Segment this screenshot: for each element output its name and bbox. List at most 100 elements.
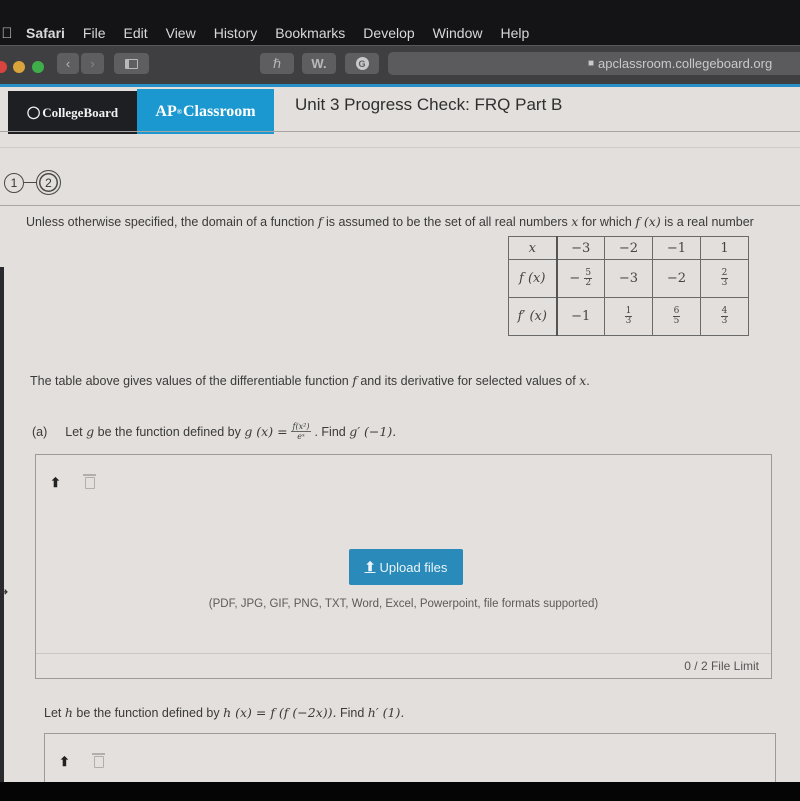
menu-help[interactable]: Help (500, 25, 529, 41)
upload-files-button[interactable]: ⬆ Upload files (349, 549, 463, 585)
table-cell: 43 (700, 297, 749, 336)
menu-history[interactable]: History (214, 25, 258, 41)
extension-button-1[interactable]: ℏ (260, 53, 294, 74)
forward-button[interactable]: › (81, 53, 104, 74)
extension-button-3[interactable]: G (345, 53, 379, 74)
denominator: 3 (625, 316, 632, 326)
menu-file[interactable]: File (83, 25, 106, 41)
acorn-shield-icon: ◯ (26, 105, 41, 119)
table-cell: −2 (604, 236, 653, 260)
menu-bookmarks[interactable]: Bookmarks (275, 25, 345, 41)
math-expression: h (x) = f (f (−2x)). (223, 705, 337, 720)
address-bar[interactable]: ■ apclassroom.collegeboard.org (388, 52, 800, 75)
menu-safari[interactable]: Safari (26, 25, 65, 41)
file-limit-counter: 0 / 2 File Limit (684, 659, 759, 673)
intro-text: is assumed to be the set of all real num… (325, 215, 568, 229)
math-g: g (86, 424, 95, 439)
collegeboard-logo[interactable]: ◯ CollegeBoard (8, 91, 137, 134)
divider (0, 131, 800, 132)
sidebar-icon (125, 58, 138, 69)
part-a-answer-box: ⬆ ⬆ Upload files (PDF, JPG, GIF, PNG, TX… (35, 454, 772, 679)
denominator: eˣ (297, 432, 305, 441)
zoom-window-button[interactable] (32, 61, 44, 73)
fraction: 23 (720, 269, 729, 288)
prompt-text: be the function defined by (97, 424, 241, 439)
math-target: g′ (−1). (349, 424, 397, 439)
table-cell: −3 (556, 236, 605, 260)
intro-text: Unless otherwise specified, the domain o… (26, 215, 315, 229)
table-cell: − 52 (556, 259, 605, 298)
table-row-fx: f (x) − 52 −3 −2 23 (508, 259, 749, 298)
table-cell: −1 (652, 236, 701, 260)
minimize-window-button[interactable] (13, 61, 25, 73)
denominator: 5 (673, 316, 680, 326)
grammarly-extension-icon: G (355, 57, 369, 70)
upload-icon[interactable]: ⬆ (59, 754, 70, 770)
denominator: 2 (585, 278, 592, 288)
part-a-prompt: (a) Let g be the function defined by g (… (32, 422, 396, 441)
table-caption: The table above gives values of the diff… (30, 373, 590, 388)
trash-icon[interactable] (91, 753, 105, 768)
table-header-x: x (508, 236, 558, 260)
math-lhs: g (x) = (244, 424, 288, 439)
screen-bezel-edge (0, 267, 4, 782)
part-b-answer-box: ⬆ (44, 733, 776, 782)
table-cell: 65 (652, 297, 701, 336)
back-button[interactable]: ‹ (57, 53, 79, 74)
math-h: h (64, 705, 73, 720)
trash-icon[interactable] (82, 474, 96, 489)
numerator: f(x²) (290, 422, 312, 432)
fraction: 13 (624, 307, 633, 326)
url-text: apclassroom.collegeboard.org (598, 56, 773, 71)
math-f: f (317, 214, 323, 229)
ap-classroom-tab[interactable]: AP ® Classroom (137, 89, 274, 134)
chevron-left-icon: ‹ (65, 56, 71, 71)
prompt-text: be the function defined by (76, 706, 220, 720)
table-cell: −1 (556, 297, 605, 336)
page-title: Unit 3 Progress Check: FRQ Part B (295, 95, 563, 114)
divider (0, 147, 800, 148)
page-content: ◯ CollegeBoard AP ® Classroom Unit 3 Progr… (0, 87, 800, 782)
step-2-current[interactable]: 2 (36, 170, 61, 195)
prompt-text: . Find (314, 424, 346, 439)
denominator: 3 (721, 316, 728, 326)
denominator: 3 (721, 278, 728, 288)
collegeboard-brand: CollegeBoard (42, 104, 119, 120)
menu-view[interactable]: View (166, 25, 196, 41)
part-b-prompt: Let h be the function defined by h (x) =… (44, 705, 404, 720)
menu-develop[interactable]: Develop (363, 25, 414, 41)
apple-icon[interactable]:  (0, 25, 14, 42)
table-row-x: x −3 −2 −1 1 (508, 236, 749, 260)
function-values-table: x −3 −2 −1 1 f (x) − 52 −3 −2 23 f′ (x) … (508, 236, 749, 336)
math-fx: f (x) (635, 214, 661, 229)
safari-toolbar: ‹ › ℏ W. G ■ apclassroom.collegeboard.or… (0, 45, 800, 87)
chevron-right-icon: › (90, 56, 95, 71)
extension-button-2[interactable]: W. (302, 53, 336, 74)
upload-icon[interactable]: ⬆ (50, 475, 61, 491)
fraction: f(x²) eˣ (290, 422, 312, 441)
lock-icon: ■ (588, 58, 595, 69)
menu-edit[interactable]: Edit (123, 25, 147, 41)
minus-sign: − (569, 271, 581, 286)
domain-statement: Unless otherwise specified, the domain o… (26, 214, 754, 229)
fraction: 65 (672, 307, 681, 326)
math-x: x (571, 214, 579, 229)
table-header-fprime: f′ (x) (508, 297, 558, 336)
h-bar-extension-icon: ℏ (272, 55, 282, 71)
table-cell: 1 (700, 236, 749, 260)
prompt-text: Find (339, 706, 365, 720)
step-1[interactable]: 1 (4, 172, 24, 193)
table-cell: 23 (700, 259, 749, 298)
math-f: f (352, 373, 357, 388)
upload-files-label: Upload files (379, 559, 448, 575)
menu-window[interactable]: Window (433, 25, 483, 41)
intro-text: for which (581, 215, 632, 229)
table-cell: 13 (604, 297, 653, 336)
divider (36, 653, 771, 654)
close-window-button[interactable] (0, 61, 7, 73)
intro-text: is a real number (664, 215, 754, 229)
sidebar-toggle-button[interactable] (114, 53, 149, 74)
table-header-fx: f (x) (508, 259, 558, 298)
caption-text: . (586, 374, 590, 388)
caption-text: and its derivative for selected values o… (360, 374, 576, 388)
